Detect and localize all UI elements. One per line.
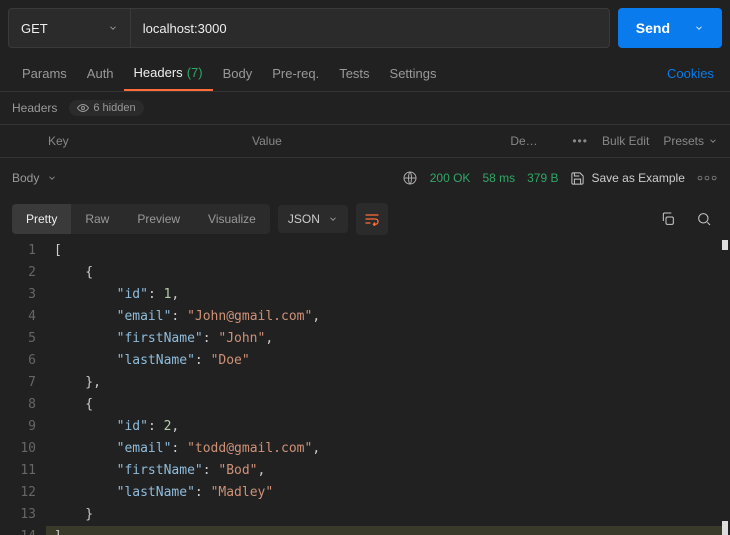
code-line: [ [54,240,730,262]
code-line: "id": 2, [54,416,730,438]
code-line: { [54,394,730,416]
code-line: "firstName": "John", [54,328,730,350]
response-time: 58 ms [482,171,515,185]
response-view-tabs: Pretty Raw Preview Visualize [12,204,270,234]
code-line: ] [54,526,730,535]
column-description: De… [510,134,560,148]
request-url-input[interactable] [130,8,610,48]
tab-headers[interactable]: Headers (7) [124,56,213,91]
code-line: "lastName": "Doe" [54,350,730,372]
code-line: { [54,262,730,284]
request-tabs: Params Auth Headers (7) Body Pre-req. Te… [0,56,730,92]
view-tab-pretty[interactable]: Pretty [12,204,71,234]
tab-auth[interactable]: Auth [77,56,124,91]
http-method-select[interactable]: GET [8,8,130,48]
view-tab-visualize[interactable]: Visualize [194,204,270,234]
view-tab-raw[interactable]: Raw [71,204,123,234]
line-gutter: 1234567891011121314 [0,240,46,535]
send-button[interactable]: Send [618,8,722,48]
code-line: "lastName": "Madley" [54,482,730,504]
tab-prerequest[interactable]: Pre-req. [262,56,329,91]
cookies-link[interactable]: Cookies [663,66,718,81]
wrap-lines-button[interactable] [356,203,388,235]
chevron-down-icon [108,23,118,33]
more-columns-button[interactable]: ••• [572,134,588,148]
bulk-edit-button[interactable]: Bulk Edit [602,134,649,148]
code-line: "firstName": "Bod", [54,460,730,482]
save-as-example-button[interactable]: Save as Example [570,171,684,186]
code-line: "id": 1, [54,284,730,306]
search-icon [696,211,712,227]
code-line: } [54,504,730,526]
globe-icon[interactable] [402,170,418,186]
search-response-button[interactable] [690,205,718,233]
eye-icon [77,102,89,114]
column-value: Value [240,134,510,148]
chevron-down-icon [47,173,57,183]
http-method-label: GET [21,21,48,36]
response-body-viewer[interactable]: 1234567891011121314 [ { "id": 1, "email"… [0,240,730,535]
headers-count: (7) [187,65,203,80]
code-line: "email": "John@gmail.com", [54,306,730,328]
save-icon [570,171,585,186]
response-status: 200 OK [430,171,471,185]
presets-dropdown[interactable]: Presets [663,134,718,148]
response-more-button[interactable]: ○○○ [697,173,718,184]
send-button-label: Send [636,20,670,36]
response-size: 379 B [527,171,558,185]
tab-settings[interactable]: Settings [380,56,447,91]
code-line: "email": "todd@gmail.com", [54,438,730,460]
hidden-headers-toggle[interactable]: 6 hidden [69,100,143,116]
response-body-dropdown[interactable]: Body [12,171,57,185]
copy-icon [660,211,676,227]
tab-body[interactable]: Body [213,56,263,91]
code-line: }, [54,372,730,394]
chevron-down-icon [694,23,704,33]
tab-params[interactable]: Params [12,56,77,91]
chevron-down-icon [328,214,338,224]
wrap-icon [364,212,380,226]
headers-table-head: Key Value De… ••• Bulk Edit Presets [0,124,730,158]
headers-title: Headers [12,101,57,115]
copy-response-button[interactable] [654,205,682,233]
column-key: Key [0,134,240,148]
response-format-select[interactable]: JSON [278,205,348,233]
chevron-down-icon [708,136,718,146]
tab-tests[interactable]: Tests [329,56,379,91]
view-tab-preview[interactable]: Preview [123,204,194,234]
